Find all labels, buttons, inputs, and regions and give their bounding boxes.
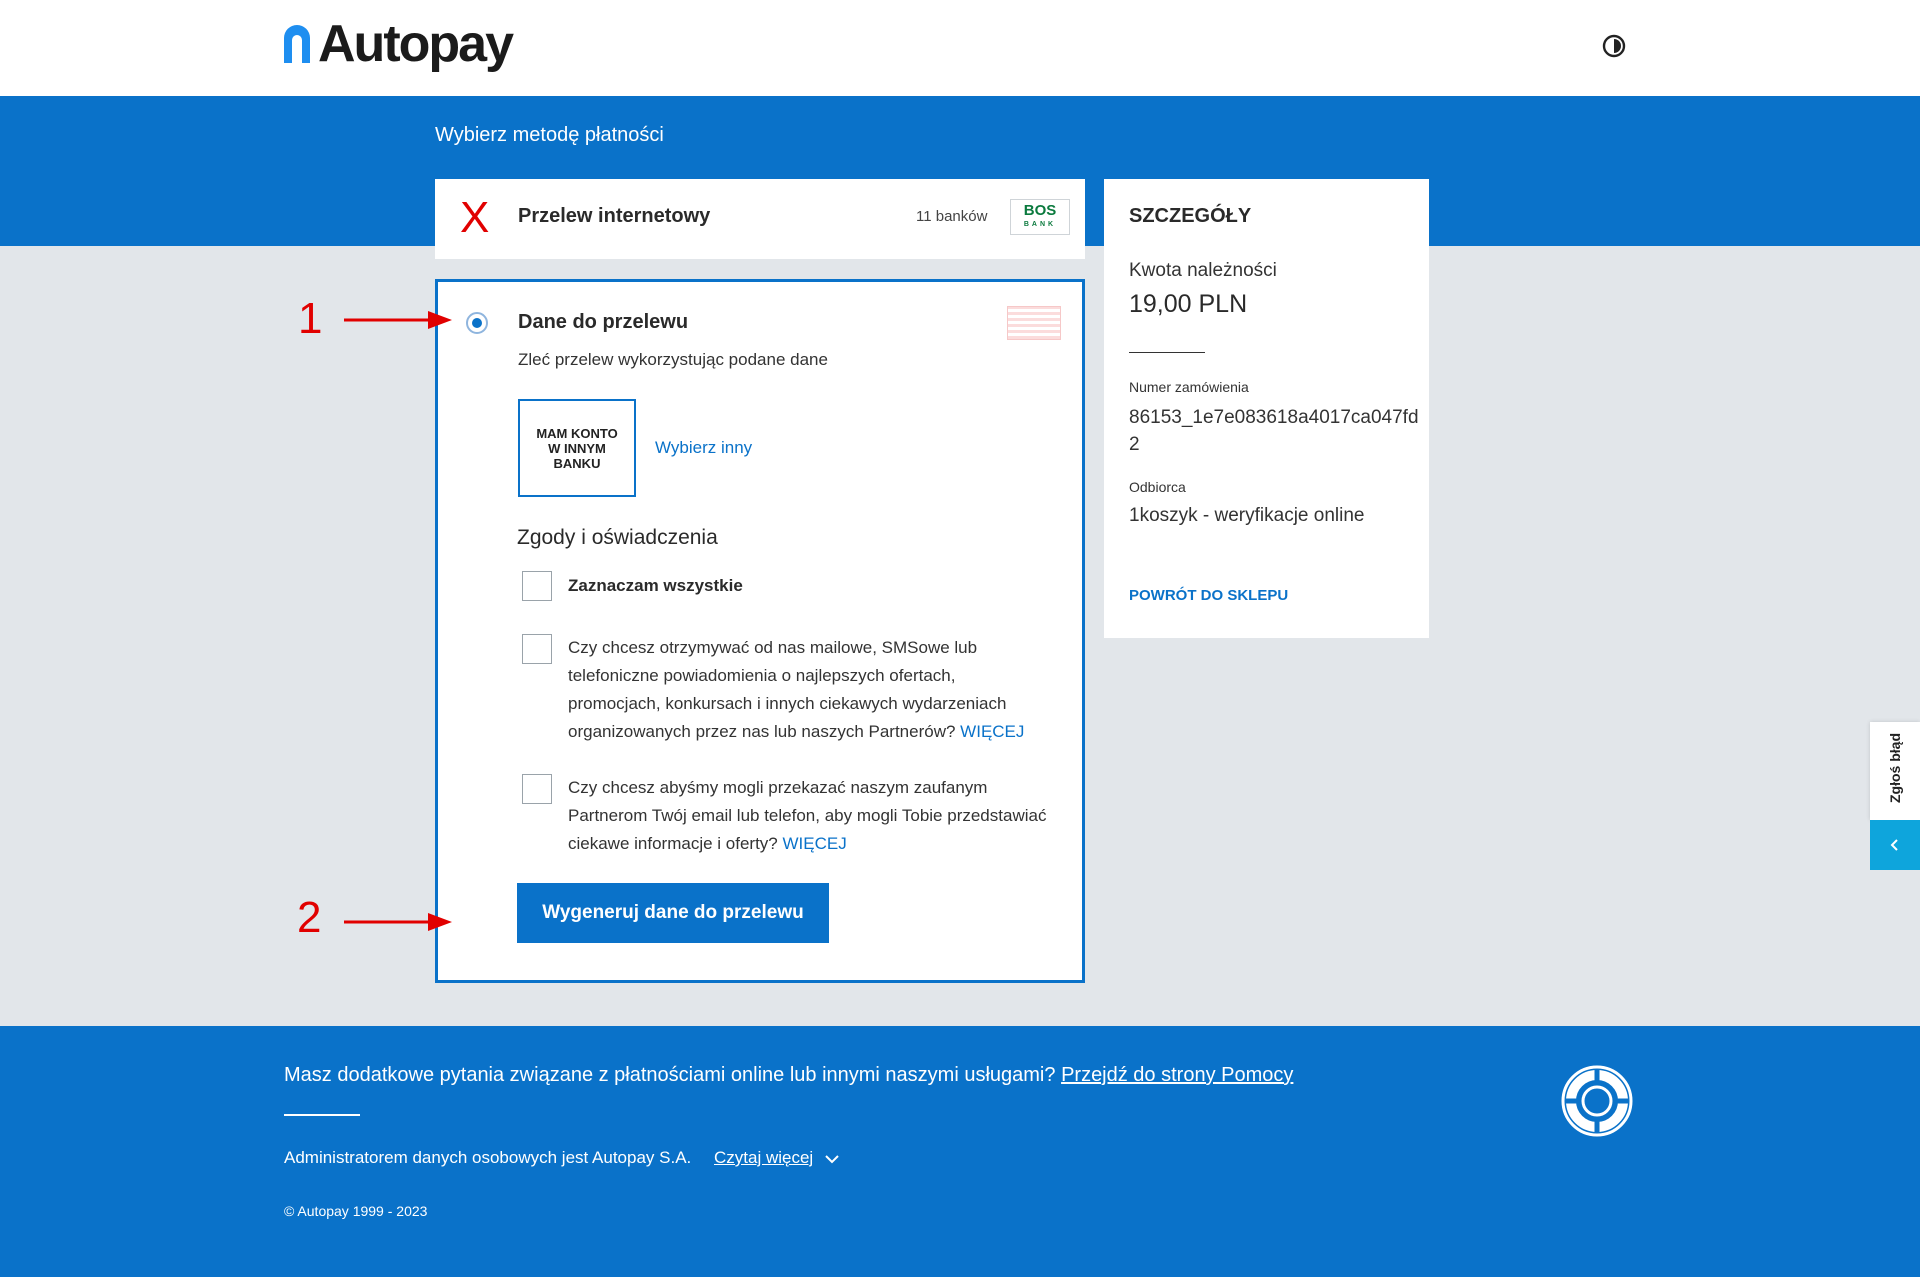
- report-error-toggle[interactable]: [1870, 820, 1920, 870]
- details-title: SZCZEGÓŁY: [1129, 205, 1252, 227]
- marketing-consent-label: Czy chcesz otrzymywać od nas mailowe, SM…: [568, 638, 1007, 741]
- copyright-text: © Autopay 1999 - 2023: [284, 1203, 428, 1219]
- annotation-arrow-2-icon: [344, 913, 452, 931]
- marketing-consent-more-link[interactable]: WIĘCEJ: [960, 722, 1024, 741]
- page-title: Wybierz metodę płatności: [435, 124, 664, 146]
- chevron-left-icon: [1890, 839, 1898, 851]
- amount-label: Kwota należności: [1129, 260, 1277, 281]
- other-bank-tile[interactable]: MAM KONTO W INNYM BANKU: [518, 399, 636, 497]
- bank-count: 11 banków: [916, 208, 988, 225]
- help-page-link[interactable]: Przejdź do strony Pomocy: [1061, 1064, 1293, 1086]
- report-error-tab[interactable]: Zgłoś błąd: [1870, 722, 1920, 820]
- choose-other-bank-link[interactable]: Wybierz inny: [655, 438, 752, 458]
- payment-method-label: Przelew internetowy: [518, 205, 711, 227]
- annotation-cross-mark: X: [460, 193, 490, 242]
- read-more-link[interactable]: Czytaj więcej: [714, 1148, 813, 1168]
- select-all-checkbox[interactable]: [522, 571, 552, 601]
- transfer-radio-button[interactable]: [466, 312, 488, 334]
- annotation-marker-2: 2: [297, 893, 322, 942]
- partner-consent-checkbox[interactable]: [522, 774, 552, 804]
- bos-logo-text: BOS: [1023, 202, 1057, 219]
- bos-logo-subtext: BANK: [1023, 221, 1057, 228]
- partner-consent-text: Czy chcesz abyśmy mogli przekazać naszym…: [568, 774, 1048, 858]
- contrast-toggle-icon[interactable]: [1602, 34, 1626, 58]
- footer-help-question: Masz dodatkowe pytania związane z płatno…: [284, 1064, 1293, 1087]
- marketing-consent-text: Czy chcesz otrzymywać od nas mailowe, SM…: [568, 634, 1048, 746]
- data-admin-text: Administratorem danych osobowych jest Au…: [284, 1148, 692, 1167]
- transfer-subtitle: Zleć przelew wykorzystując podane dane: [518, 350, 828, 369]
- marketing-consent-checkbox[interactable]: [522, 634, 552, 664]
- annotation-marker-1: 1: [298, 294, 323, 343]
- recipient-label: Odbiorca: [1129, 479, 1186, 495]
- details-divider: [1129, 352, 1205, 353]
- chevron-down-icon[interactable]: [824, 1152, 840, 1166]
- autopay-logo-icon: [284, 25, 310, 63]
- consents-heading: Zgody i oświadczenia: [517, 526, 718, 549]
- amount-value: 19,00 PLN: [1129, 290, 1248, 318]
- footer-question-text: Masz dodatkowe pytania związane z płatno…: [284, 1064, 1056, 1086]
- lifebuoy-help-icon[interactable]: [1560, 1064, 1634, 1138]
- select-all-label: Zaznaczam wszystkie: [568, 576, 743, 595]
- back-to-shop-link[interactable]: POWRÓT DO SKLEPU: [1129, 587, 1288, 604]
- generate-transfer-button[interactable]: Wygeneruj dane do przelewu: [517, 883, 829, 943]
- partner-consent-more-link[interactable]: WIĘCEJ: [783, 834, 847, 853]
- transfer-form-image: [1007, 306, 1061, 340]
- recipient-value: 1koszyk - weryfikacje online: [1129, 505, 1365, 526]
- report-error-label: Zgłoś błąd: [1887, 733, 1903, 803]
- order-number-value: 86153_1e7e083618a4017ca047fd2: [1129, 407, 1419, 455]
- transfer-title: Dane do przelewu: [518, 311, 689, 333]
- footer-divider: [284, 1114, 360, 1116]
- annotation-arrow-1-icon: [344, 311, 452, 329]
- bos-bank-logo: BOS BANK: [1010, 199, 1070, 235]
- order-number-label: Numer zamówienia: [1129, 379, 1249, 395]
- logo-text: Autopay: [318, 15, 514, 73]
- transfer-details-card: [435, 279, 1085, 983]
